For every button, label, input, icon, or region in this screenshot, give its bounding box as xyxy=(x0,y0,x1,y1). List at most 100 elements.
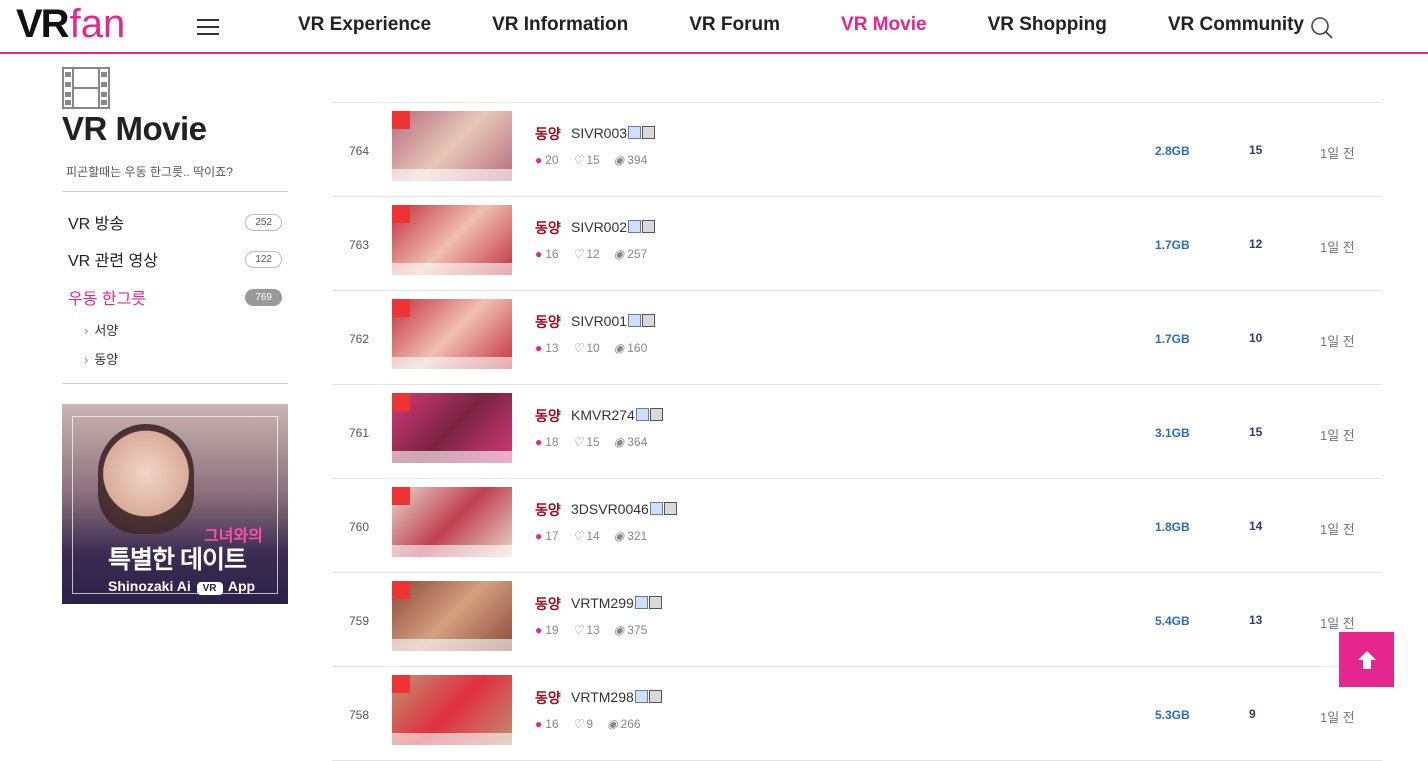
nav-vr-forum[interactable]: VR Forum xyxy=(689,14,780,36)
post-date: 1일 전 xyxy=(1320,146,1355,161)
table-row[interactable]: 759 동양 VRTM299 ● 19 ♡ 13 ◉ 375 5.4GB 13 1일 전 xyxy=(332,573,1382,666)
thumbnail-stripe xyxy=(392,357,512,369)
post-category[interactable]: 동양 xyxy=(535,218,561,238)
post-thumbnail[interactable] xyxy=(392,205,512,275)
heart-icon: ♡ xyxy=(572,341,584,355)
post-category[interactable]: 동양 xyxy=(535,124,561,144)
table-row[interactable]: 764 동양 SIVR003 ● 20 ♡ 15 ◉ 394 2.8GB 15 1일 전 xyxy=(332,103,1382,196)
sidebar-banner-ad[interactable]: 그녀와의 특별한 데이트 Shinozaki Ai VR App xyxy=(62,404,288,604)
heart-icon: ♡ xyxy=(572,153,584,167)
post-category[interactable]: 동양 xyxy=(535,312,561,332)
post-title-link[interactable]: VRTM298 xyxy=(571,689,662,705)
post-number: 762 xyxy=(348,332,370,346)
nav-vr-community[interactable]: VR Community xyxy=(1168,14,1304,36)
hamburger-menu-icon[interactable] xyxy=(197,19,219,35)
sidebar-subitem-western[interactable]: › 서양 xyxy=(84,320,118,339)
file-size: 1.7GB xyxy=(1155,332,1190,346)
video-attachment-icon xyxy=(663,502,677,515)
view-count-wrap: ◉ 364 xyxy=(614,435,648,449)
table-row[interactable]: 761 동양 KMVR274 ● 18 ♡ 15 ◉ 364 3.1GB 15 1일 전 xyxy=(332,385,1382,478)
image-attachment-icon xyxy=(628,220,642,233)
comment-count: 19 xyxy=(545,623,559,637)
post-thumbnail[interactable] xyxy=(392,299,512,369)
file-size: 5.3GB xyxy=(1155,708,1190,722)
banner-app: App xyxy=(227,578,256,594)
post-category[interactable]: 동양 xyxy=(535,594,561,614)
image-attachment-icon xyxy=(634,596,648,609)
table-row[interactable]: 763 동양 SIVR002 ● 16 ♡ 12 ◉ 257 1.7GB 12 1일 전 xyxy=(332,197,1382,290)
sidebar-title: VR Movie xyxy=(62,110,207,147)
nav-vr-information[interactable]: VR Information xyxy=(492,14,628,36)
sidebar-item-vr-broadcast[interactable]: VR 방송 252 xyxy=(68,210,282,234)
post-thumbnail[interactable] xyxy=(392,487,512,557)
image-attachment-icon xyxy=(634,690,648,703)
video-attachment-icon xyxy=(649,408,663,421)
eye-icon: ◉ xyxy=(613,247,625,261)
nav-vr-shopping[interactable]: VR Shopping xyxy=(988,14,1107,36)
post-thumbnail[interactable] xyxy=(392,675,512,745)
post-meta: ● 20 ♡ 15 ◉ 394 xyxy=(535,153,661,167)
post-date: 1일 전 xyxy=(1320,428,1355,443)
comment-icon: ● xyxy=(535,529,543,543)
search-icon[interactable] xyxy=(1310,16,1334,40)
post-title-link[interactable]: SIVR002 xyxy=(571,219,656,235)
sidebar-item-udong[interactable]: 우동 한그릇 769 xyxy=(68,285,282,309)
post-thumbnail[interactable] xyxy=(392,581,512,651)
comment-icon: ● xyxy=(535,247,543,261)
download-count: 9 xyxy=(1249,707,1256,721)
thumbnail-stripe xyxy=(392,169,512,181)
video-attachment-icon xyxy=(648,690,662,703)
nav-vr-experience[interactable]: VR Experience xyxy=(298,14,431,36)
nav-vr-movie[interactable]: VR Movie xyxy=(841,14,927,36)
banner-line2: 특별한 데이트 xyxy=(108,546,247,574)
view-count: 364 xyxy=(627,435,648,449)
comment-count-wrap: ● 16 xyxy=(535,247,559,261)
post-title-link[interactable]: SIVR001 xyxy=(571,313,656,329)
comment-count-wrap: ● 20 xyxy=(535,153,559,167)
post-thumbnail[interactable] xyxy=(392,393,512,463)
post-title: SIVR001 xyxy=(571,313,628,329)
table-row[interactable]: 762 동양 SIVR001 ● 13 ♡ 10 ◉ 160 1.7GB 10 1일 전 xyxy=(332,291,1382,384)
post-title-link[interactable]: KMVR274 xyxy=(571,407,663,423)
file-size: 3.1GB xyxy=(1155,426,1190,440)
new-tag-icon xyxy=(392,581,410,599)
like-count-wrap: ♡ 15 xyxy=(573,153,600,167)
sidebar-item-count: 122 xyxy=(245,250,282,268)
video-attachment-icon xyxy=(642,314,656,327)
sidebar-subitem-label: 동양 xyxy=(94,352,119,367)
thumbnail-stripe xyxy=(392,733,512,745)
download-count: 12 xyxy=(1249,237,1263,251)
post-thumbnail[interactable] xyxy=(392,111,512,181)
post-date: 1일 전 xyxy=(1320,616,1355,631)
post-title-link[interactable]: 3DSVR0046 xyxy=(571,501,677,517)
view-count-wrap: ◉ 375 xyxy=(614,623,648,637)
sidebar-divider xyxy=(62,383,288,384)
file-size: 2.8GB xyxy=(1155,144,1190,158)
post-category[interactable]: 동양 xyxy=(535,688,561,708)
back-to-top-button[interactable] xyxy=(1339,632,1394,687)
post-title: SIVR003 xyxy=(571,125,628,141)
site-logo[interactable]: VR fan xyxy=(16,2,125,48)
thumbnail-stripe xyxy=(392,451,512,463)
new-tag-icon xyxy=(392,487,410,505)
post-title-link[interactable]: SIVR003 xyxy=(571,125,656,141)
banner-caption: Shinozaki Ai VR App xyxy=(108,578,255,595)
sidebar-subitem-eastern[interactable]: › 동양 xyxy=(84,349,118,368)
table-row[interactable]: 760 동양 3DSVR0046 ● 17 ♡ 14 ◉ 321 1.8GB 14 1일 전 xyxy=(332,479,1382,572)
post-title-link[interactable]: VRTM299 xyxy=(571,595,662,611)
post-category[interactable]: 동양 xyxy=(535,500,561,520)
comment-count: 13 xyxy=(545,341,559,355)
sidebar-item-vr-videos[interactable]: VR 관련 영상 122 xyxy=(68,247,282,271)
logo-fan-text: fan xyxy=(69,2,126,46)
like-count: 10 xyxy=(586,341,600,355)
download-count: 15 xyxy=(1249,143,1263,157)
post-number: 763 xyxy=(348,238,370,252)
download-count: 13 xyxy=(1249,613,1263,627)
sidebar-item-count: 769 xyxy=(245,288,282,306)
file-size: 5.4GB xyxy=(1155,614,1190,628)
view-count: 375 xyxy=(627,623,648,637)
film-icon xyxy=(62,67,110,114)
table-row[interactable]: 758 동양 VRTM298 ● 16 ♡ 9 ◉ 266 5.3GB 9 1일 전 xyxy=(332,667,1382,760)
view-count: 394 xyxy=(627,153,648,167)
post-category[interactable]: 동양 xyxy=(535,406,561,426)
